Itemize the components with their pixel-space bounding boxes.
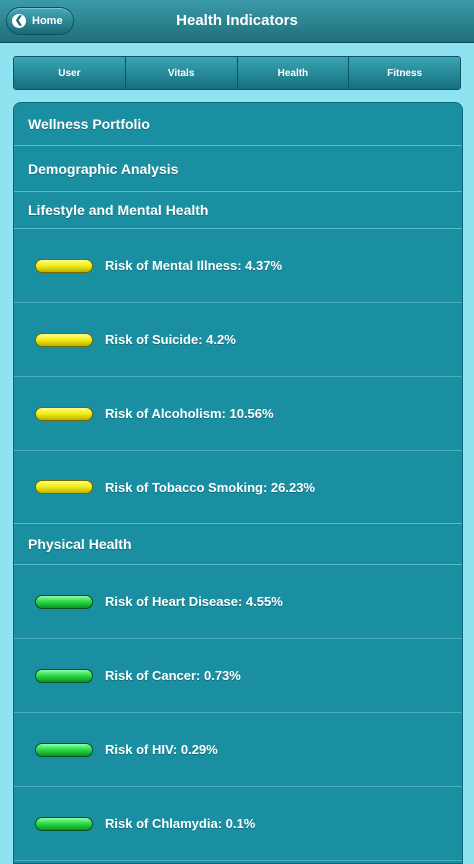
list-item-chlamydia[interactable]: Risk of Chlamydia: 0.1% xyxy=(14,787,462,861)
tab-vitals[interactable]: Vitals xyxy=(125,57,238,89)
list-item-hiv[interactable]: Risk of HIV: 0.29% xyxy=(14,713,462,787)
risk-indicator-green xyxy=(35,668,93,683)
section-physical-health[interactable]: Physical Health xyxy=(14,524,462,565)
list-item-label: Risk of Alcoholism: 10.56% xyxy=(105,406,274,421)
risk-indicator-green xyxy=(35,594,93,609)
list-item-label: Risk of Cancer: 0.73% xyxy=(105,668,241,683)
top-bar: ❮ Home Health Indicators xyxy=(0,0,474,43)
content-panel: Wellness Portfolio Demographic Analysis … xyxy=(13,102,463,864)
risk-indicator-yellow xyxy=(35,406,93,421)
tab-user[interactable]: User xyxy=(14,57,126,89)
risk-indicator-green xyxy=(35,742,93,757)
list-item-label: Risk of HIV: 0.29% xyxy=(105,742,218,757)
list-item-label: Risk of Chlamydia: 0.1% xyxy=(105,816,256,831)
list-item-cancer[interactable]: Risk of Cancer: 0.73% xyxy=(14,639,462,713)
section-wellness-portfolio[interactable]: Wellness Portfolio xyxy=(14,103,462,146)
risk-indicator-yellow xyxy=(35,258,93,273)
list-item-label: Risk of Tobacco Smoking: 26.23% xyxy=(105,479,315,495)
risk-indicator-green xyxy=(35,816,93,831)
page-title: Health Indicators xyxy=(176,12,298,29)
list-item-tobacco[interactable]: Risk of Tobacco Smoking: 26.23% xyxy=(14,451,462,523)
list-item-alcoholism[interactable]: Risk of Alcoholism: 10.56% xyxy=(14,377,462,451)
list-item-mental-illness[interactable]: Risk of Mental Illness: 4.37% xyxy=(14,229,462,303)
list-item-label: Risk of Heart Disease: 4.55% xyxy=(105,594,283,609)
tab-bar: User Vitals Health Fitness xyxy=(13,56,461,90)
section-demographic-analysis[interactable]: Demographic Analysis xyxy=(14,146,462,192)
list-item-label: Risk of Mental Illness: 4.37% xyxy=(105,258,283,273)
section-lifestyle-mental-health[interactable]: Lifestyle and Mental Health xyxy=(14,192,462,229)
list-item-suicide[interactable]: Risk of Suicide: 4.2% xyxy=(14,303,462,377)
tab-health[interactable]: Health xyxy=(237,57,350,89)
list-item-label: Risk of Suicide: 4.2% xyxy=(105,332,236,347)
risk-indicator-yellow xyxy=(35,332,93,347)
list-item-heart-disease[interactable]: Risk of Heart Disease: 4.55% xyxy=(14,565,462,639)
tab-fitness[interactable]: Fitness xyxy=(349,57,460,89)
risk-indicator-yellow xyxy=(35,480,93,494)
